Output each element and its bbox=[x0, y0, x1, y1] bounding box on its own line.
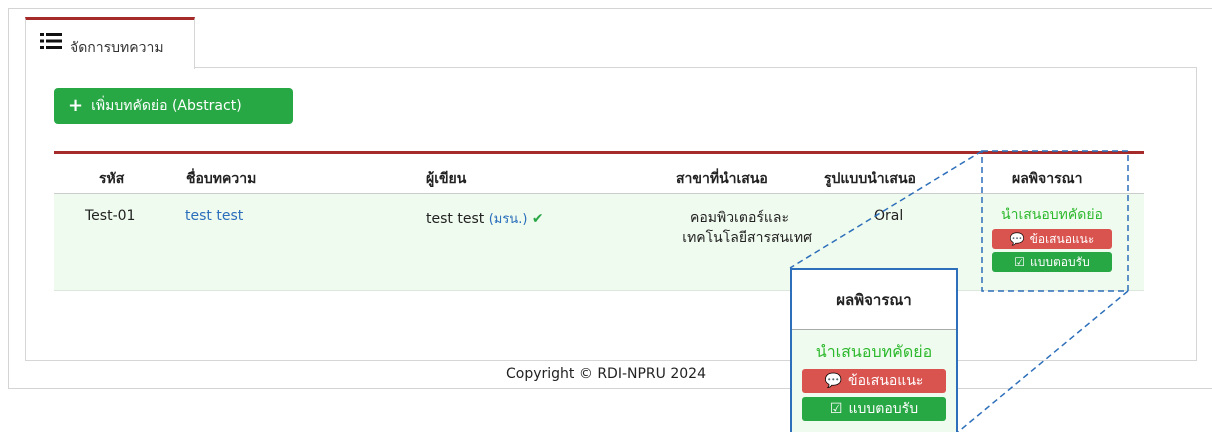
tab-manage-articles[interactable]: จัดการบทความ bbox=[25, 17, 195, 69]
author-org: (มรน.) bbox=[488, 212, 528, 227]
articles-table: รหัส ชื่อบทความ ผู้เขียน สาขาที่นำเสนอ ร… bbox=[54, 151, 1144, 291]
verified-check-icon: ✔ bbox=[531, 211, 544, 227]
comment-icon: 💬 bbox=[824, 373, 843, 389]
acceptance-letter-button[interactable]: ☑ แบบตอบรับ bbox=[992, 252, 1112, 272]
author-name: test test bbox=[426, 211, 485, 227]
cell-result: นำเสนอบทคัดย่อ 💬 ข้อเสนอแนะ ☑ แบบตอบรับ bbox=[990, 204, 1114, 272]
list-icon bbox=[40, 33, 62, 49]
tab-label: จัดการบทความ bbox=[70, 40, 164, 56]
suggestion-label: ข้อเสนอแนะ bbox=[1029, 231, 1095, 246]
table-row: Test-01 test test test test (มรน.) ✔ คอม… bbox=[54, 194, 1144, 291]
field-line-2: เทคโนโลยีสารสนเทศ bbox=[682, 230, 812, 246]
header-result: ผลพิจารณา bbox=[1012, 171, 1083, 187]
cell-author: test test (มรน.) ✔ bbox=[426, 208, 544, 229]
field-line-1: คอมพิวเตอร์และ bbox=[689, 210, 789, 226]
zoom-header: ผลพิจารณา bbox=[792, 270, 956, 330]
check-square-icon: ☑ bbox=[1014, 255, 1026, 269]
header-author: ผู้เขียน bbox=[426, 171, 467, 187]
plus-icon: + bbox=[68, 95, 84, 116]
result-status: นำเสนอบทคัดย่อ bbox=[1001, 207, 1103, 223]
cell-code: Test-01 bbox=[85, 208, 136, 224]
zoom-acceptance-button[interactable]: ☑ แบบตอบรับ bbox=[802, 397, 946, 421]
header-format: รูปแบบนำเสนอ bbox=[824, 171, 916, 187]
table-header: รหัส ชื่อบทความ ผู้เขียน สาขาที่นำเสนอ ร… bbox=[54, 151, 1144, 194]
article-title-link[interactable]: test test bbox=[185, 208, 243, 224]
zoom-suggestion-label: ข้อเสนอแนะ bbox=[848, 373, 924, 389]
footer-copyright: Copyright © RDI-NPRU 2024 bbox=[506, 366, 706, 382]
cell-format: Oral bbox=[874, 208, 904, 224]
zoom-callout: ผลพิจารณา นำเสนอบทคัดย่อ 💬 ข้อเสนอแนะ ☑ … bbox=[790, 268, 958, 432]
zoom-suggestion-button[interactable]: 💬 ข้อเสนอแนะ bbox=[802, 369, 946, 393]
add-abstract-button[interactable]: + เพิ่มบทคัดย่อ (Abstract) bbox=[54, 88, 293, 124]
comment-icon: 💬 bbox=[1009, 232, 1025, 246]
zoom-acceptance-label: แบบตอบรับ bbox=[848, 401, 919, 417]
cell-field: คอมพิวเตอร์และ เทคโนโลยีสารสนเทศ bbox=[652, 208, 812, 248]
acceptance-label: แบบตอบรับ bbox=[1030, 254, 1090, 269]
add-abstract-label: เพิ่มบทคัดย่อ (Abstract) bbox=[91, 98, 242, 114]
check-square-icon: ☑ bbox=[829, 401, 843, 417]
header-title: ชื่อบทความ bbox=[186, 171, 257, 187]
zoom-body: นำเสนอบทคัดย่อ 💬 ข้อเสนอแนะ ☑ แบบตอบรับ bbox=[792, 330, 956, 432]
suggestion-button[interactable]: 💬 ข้อเสนอแนะ bbox=[992, 229, 1112, 249]
zoom-result-status: นำเสนอบทคัดย่อ bbox=[815, 342, 933, 361]
header-code: รหัส bbox=[99, 171, 125, 187]
header-field: สาขาที่นำเสนอ bbox=[676, 171, 768, 187]
